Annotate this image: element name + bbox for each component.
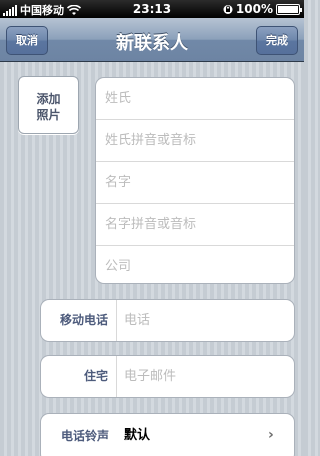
add-photo-label-line2: 照片 bbox=[36, 108, 61, 122]
home-email-group: 住宅 电子邮件 bbox=[40, 355, 295, 398]
battery-icon bbox=[276, 3, 302, 15]
first-name-field[interactable]: 名字 bbox=[96, 162, 294, 204]
add-photo-label-line1: 添加 bbox=[36, 92, 61, 106]
mobile-phone-group: 移动电话 电话 bbox=[40, 299, 295, 342]
company-field[interactable]: 公司 bbox=[96, 246, 294, 283]
last-name-field[interactable]: 姓氏 bbox=[96, 78, 294, 120]
home-email-row[interactable]: 住宅 电子邮件 bbox=[41, 356, 294, 397]
name-fields-group: 姓氏 姓氏拼音或音标 名字 名字拼音或音标 公司 bbox=[95, 77, 295, 284]
ringtone-label: 电话铃声 bbox=[60, 429, 109, 443]
status-right: 100% bbox=[223, 2, 302, 16]
ringtone-group: 电话铃声 默认 › bbox=[40, 413, 295, 456]
cancel-button[interactable]: 取消 bbox=[6, 26, 48, 55]
home-label: 住宅 bbox=[41, 356, 117, 397]
mobile-phone-row[interactable]: 移动电话 电话 bbox=[41, 300, 294, 341]
ringtone-value: 默认 bbox=[124, 428, 151, 443]
rotation-lock-icon bbox=[223, 4, 233, 14]
email-field[interactable]: 电子邮件 bbox=[117, 356, 176, 397]
status-bar: 中国移动 23:13 100% bbox=[0, 0, 304, 18]
phone-field[interactable]: 电话 bbox=[117, 300, 150, 341]
page-title: 新联系人 bbox=[116, 33, 188, 54]
done-button[interactable]: 完成 bbox=[256, 26, 298, 55]
chevron-right-icon: › bbox=[268, 427, 274, 443]
mobile-phone-label: 移动电话 bbox=[41, 300, 117, 341]
add-photo-button[interactable]: 添加 照片 bbox=[18, 76, 79, 134]
last-name-phonetic-field[interactable]: 姓氏拼音或音标 bbox=[96, 120, 294, 162]
navigation-bar: 取消 新联系人 完成 bbox=[0, 18, 304, 62]
ringtone-row[interactable]: 电话铃声 默认 › bbox=[41, 414, 294, 456]
first-name-phonetic-field[interactable]: 名字拼音或音标 bbox=[96, 204, 294, 246]
battery-percentage: 100% bbox=[235, 2, 273, 16]
